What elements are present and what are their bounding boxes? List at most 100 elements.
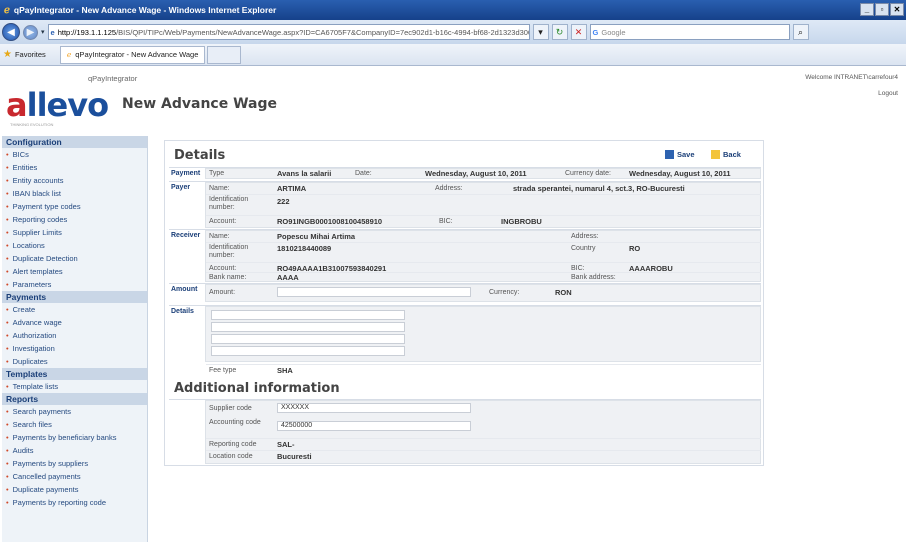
sidebar-item-audits[interactable]: • Audits xyxy=(2,444,147,457)
bullet-icon: • xyxy=(6,163,9,172)
sidebar-item-label: Alert templates xyxy=(12,267,63,276)
sidebar-item-alert-templates[interactable]: • Alert templates xyxy=(2,265,147,278)
details-line-1-input[interactable] xyxy=(211,310,405,320)
back-button[interactable]: Back xyxy=(711,150,741,159)
logout-link[interactable]: Logout xyxy=(878,90,898,97)
address-dropdown-icon[interactable]: ▾ xyxy=(532,24,549,40)
sidebar-item-label: BICs xyxy=(12,150,29,159)
folder-icon xyxy=(711,150,720,159)
sidebar-item-authorization[interactable]: • Authorization xyxy=(2,329,147,342)
sidebar-item-supplier-limits[interactable]: • Supplier Limits xyxy=(2,226,147,239)
bullet-icon: • xyxy=(6,485,9,494)
amount-input[interactable] xyxy=(277,287,471,297)
sidebar-item-entities[interactable]: • Entities xyxy=(2,161,147,174)
save-button[interactable]: Save xyxy=(665,150,695,159)
bullet-icon: • xyxy=(6,318,9,327)
floppy-disk-icon xyxy=(665,150,674,159)
favorites-button[interactable]: Favorites xyxy=(15,50,46,59)
sidebar-item-label: Payment type codes xyxy=(12,202,81,211)
details-line-4-input[interactable] xyxy=(211,346,405,356)
page-title: New Advance Wage xyxy=(122,96,277,112)
payer-account-value: RO91INGB0001008100458910 xyxy=(277,217,383,226)
sidebar-item-payments-by-beneficiary-banks[interactable]: • Payments by beneficiary banks xyxy=(2,431,147,444)
receiver-section: Receiver Name: Popescu Mihai Artima Addr… xyxy=(169,229,761,282)
reporting-code-label: Reporting code xyxy=(209,441,257,448)
payer-bic-value: INGBROBU xyxy=(501,217,542,226)
bullet-icon: • xyxy=(6,344,9,353)
bullet-icon: • xyxy=(6,331,9,340)
sidebar-item-duplicate-detection[interactable]: • Duplicate Detection xyxy=(2,252,147,265)
sidebar: Configuration • BICs • Entities • Entity accou… xyxy=(2,136,148,542)
search-placeholder: Google xyxy=(601,27,626,37)
details-section: Details Fee type SHA xyxy=(169,305,761,377)
window-controls: _ ▫ ✕ xyxy=(860,3,904,16)
sidebar-item-bics[interactable]: • BICs xyxy=(2,148,147,161)
payer-name-value: ARTIMA xyxy=(277,184,307,193)
sidebar-item-advance-wage[interactable]: • Advance wage xyxy=(2,316,147,329)
sidebar-item-parameters[interactable]: • Parameters xyxy=(2,278,147,291)
bullet-icon: • xyxy=(6,433,9,442)
search-icon[interactable]: ⌕ xyxy=(792,24,809,40)
payer-section: Payer Name: ARTIMA Address: strada spera… xyxy=(169,181,761,228)
fee-type-value: SHA xyxy=(277,366,293,375)
supplier-code-label: Supplier code xyxy=(209,405,252,412)
sidebar-section-configuration: Configuration xyxy=(2,136,147,148)
refresh-icon[interactable]: ↻ xyxy=(551,24,568,40)
receiver-country-value: RO xyxy=(629,244,641,253)
details-line-2-input[interactable] xyxy=(211,322,405,332)
browser-tab[interactable]: ℯ qPayIntegrator - New Advance Wage xyxy=(59,45,206,64)
address-bar[interactable]: e http://193.1.1.125 /BIS/QPI/TIPc/Web/P… xyxy=(47,24,530,40)
sidebar-item-duplicate-payments[interactable]: • Duplicate payments xyxy=(2,483,147,496)
close-icon[interactable]: ✕ xyxy=(890,3,904,16)
sidebar-item-duplicates[interactable]: • Duplicates xyxy=(2,355,147,368)
sidebar-item-label: Reporting codes xyxy=(12,215,68,224)
sidebar-item-template-lists[interactable]: • Template lists xyxy=(2,380,147,393)
back-arrow-icon[interactable]: ◀ xyxy=(2,23,20,41)
sidebar-item-create[interactable]: • Create xyxy=(2,303,147,316)
sidebar-item-label: Entities xyxy=(12,163,38,172)
bullet-icon: • xyxy=(6,215,9,224)
sidebar-item-payment-type-codes[interactable]: • Payment type codes xyxy=(2,200,147,213)
supplier-code-input[interactable]: XXXXXX xyxy=(277,403,471,413)
sidebar-item-search-payments[interactable]: • Search payments xyxy=(2,405,147,418)
receiver-name-value: Popescu Mihai Artima xyxy=(277,232,356,241)
sidebar-item-label: Duplicate Detection xyxy=(12,254,78,263)
sidebar-item-payments-by-suppliers[interactable]: • Payments by suppliers xyxy=(2,457,147,470)
minimize-icon[interactable]: _ xyxy=(860,3,874,16)
sidebar-item-reporting-codes[interactable]: • Reporting codes xyxy=(2,213,147,226)
sidebar-item-cancelled-payments[interactable]: • Cancelled payments xyxy=(2,470,147,483)
details-section-label: Details xyxy=(171,308,194,315)
maximize-icon[interactable]: ▫ xyxy=(875,3,889,16)
reporting-code-value: SAL- xyxy=(277,440,295,449)
search-box[interactable]: G Google xyxy=(589,24,790,40)
sidebar-item-locations[interactable]: • Locations xyxy=(2,239,147,252)
sidebar-item-payments-by-reporting-code[interactable]: • Payments by reporting code xyxy=(2,496,147,509)
google-icon: G xyxy=(592,27,599,37)
history-dropdown-icon[interactable]: ▾ xyxy=(41,28,45,36)
bullet-icon: • xyxy=(6,357,9,366)
ie-icon: ℯ xyxy=(4,4,10,16)
sidebar-item-label: Entity accounts xyxy=(12,176,64,185)
window-titlebar: ℯ qPayIntegrator - New Advance Wage - Wi… xyxy=(0,0,906,20)
sidebar-item-entity-accounts[interactable]: • Entity accounts xyxy=(2,174,147,187)
bullet-icon: • xyxy=(6,382,9,391)
sidebar-item-iban-black-list[interactable]: • IBAN black list xyxy=(2,187,147,200)
bullet-icon: • xyxy=(6,176,9,185)
bank-address-label: Bank address: xyxy=(571,274,616,281)
bullet-icon: • xyxy=(6,241,9,250)
sidebar-item-label: Payments by reporting code xyxy=(12,498,107,507)
details-line-3-input[interactable] xyxy=(211,334,405,344)
bullet-icon: • xyxy=(6,228,9,237)
payer-address-label: Address: xyxy=(435,185,463,192)
stop-icon[interactable]: ✕ xyxy=(570,24,587,40)
bullet-icon: • xyxy=(6,459,9,468)
payer-label: Payer xyxy=(171,184,191,191)
forward-arrow-icon[interactable]: ▶ xyxy=(23,24,38,40)
window-title: qPayIntegrator - New Advance Wage - Wind… xyxy=(13,5,277,15)
new-tab-button[interactable] xyxy=(207,45,242,64)
sidebar-item-search-files[interactable]: • Search files xyxy=(2,418,147,431)
sidebar-item-investigation[interactable]: • Investigation xyxy=(2,342,147,355)
bullet-icon: • xyxy=(6,420,9,429)
accounting-code-input[interactable]: 42500000 xyxy=(277,421,471,431)
logo-tagline: THINKING EVOLUTION xyxy=(10,122,54,127)
